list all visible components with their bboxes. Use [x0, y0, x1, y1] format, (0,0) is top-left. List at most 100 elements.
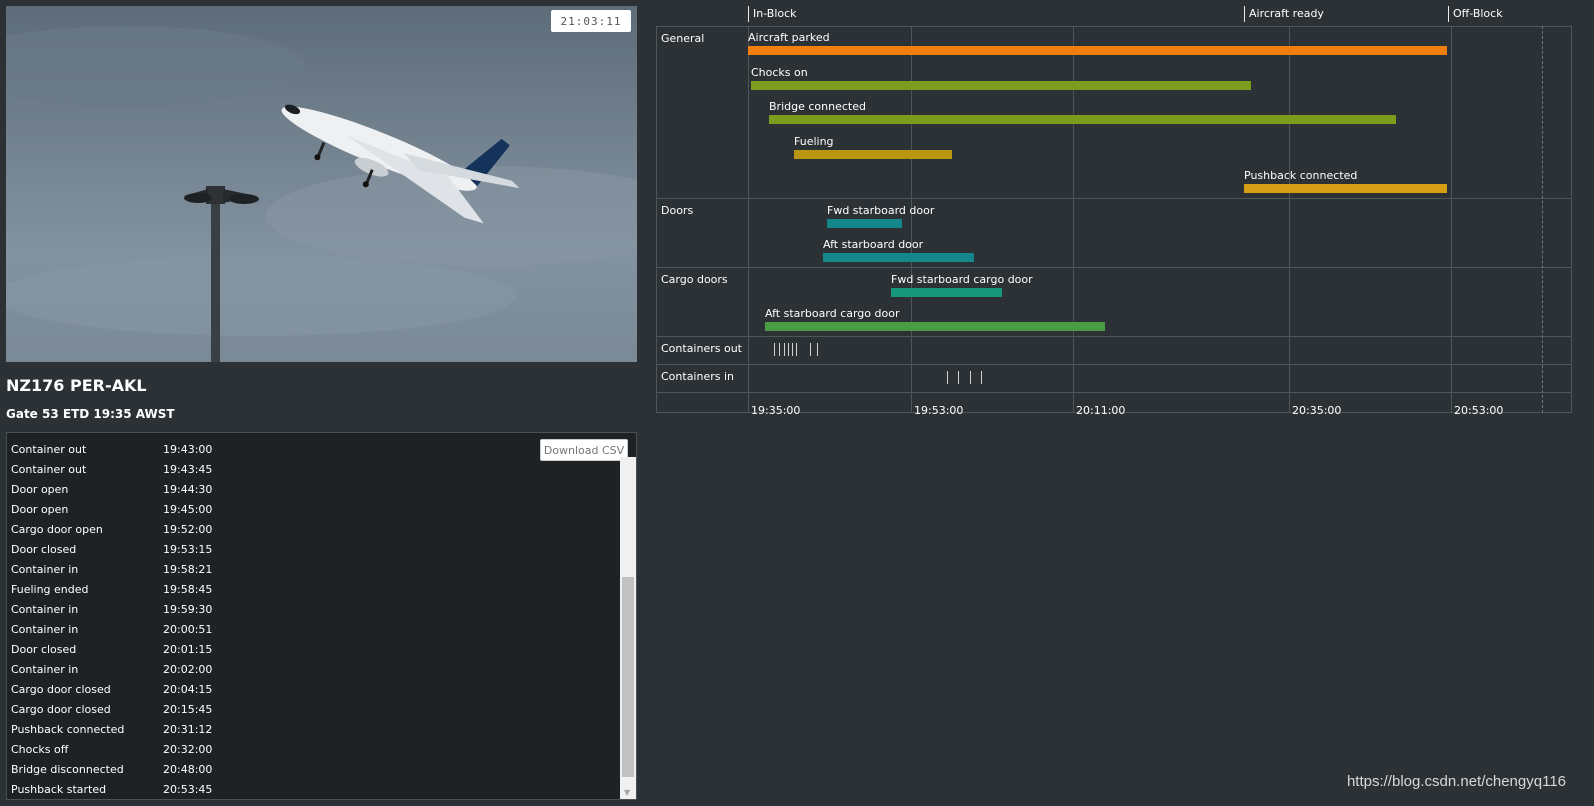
log-time: 19:45:00	[163, 502, 213, 516]
bar-label-aircraft-parked: Aircraft parked	[748, 31, 830, 44]
log-row: Fueling ended 19:58:45	[11, 579, 243, 599]
flight-subtitle: Gate 53 ETD 19:35 AWST	[6, 407, 175, 421]
container-out-tick	[792, 343, 793, 356]
log-row: Door open 19:45:00	[11, 499, 243, 519]
log-row: Cargo door closed 20:15:45	[11, 699, 243, 719]
bar-label-aft-starboard-door: Aft starboard door	[823, 238, 924, 251]
bar-aircraft-parked	[748, 46, 1447, 55]
log-time: 19:58:21	[163, 562, 213, 576]
watermark-url: https://blog.csdn.net/chengyq116	[1346, 773, 1566, 790]
container-in-tick	[947, 371, 948, 384]
bar-label-aft-starboard-cargo-door: Aft starboard cargo door	[765, 307, 900, 320]
milestone-off-block: Off-Block	[1448, 6, 1503, 22]
log-row: Container in 19:58:21	[11, 559, 243, 579]
container-out-tick	[817, 343, 818, 356]
log-event: Cargo door closed	[11, 702, 111, 716]
log-event: Door open	[11, 502, 69, 516]
log-event: Container in	[11, 662, 79, 676]
log-row: Door open 19:44:30	[11, 479, 243, 499]
log-row: Pushback started 20:53:45	[11, 779, 243, 799]
category-doors: Doors	[661, 204, 694, 217]
container-out-tick	[784, 343, 785, 356]
bar-label-bridge-connected: Bridge connected	[769, 100, 866, 113]
log-row: Chocks off 20:32:00	[11, 739, 243, 759]
bar-aft-starboard-door	[823, 253, 974, 262]
bar-aft-starboard-cargo-door	[765, 322, 1105, 331]
log-time: 19:44:30	[163, 482, 213, 496]
bar-fwd-starboard-cargo-door	[891, 288, 1002, 297]
bar-label-fwd-starboard-door: Fwd starboard door	[827, 204, 935, 217]
log-event: Door open	[11, 482, 69, 496]
log-row: Container in 20:00:51	[11, 619, 243, 639]
container-in-tick	[958, 371, 959, 384]
log-row: Door closed 20:01:15	[11, 639, 243, 659]
container-out-tick	[788, 343, 789, 356]
video-timestamp: 21:03:11	[551, 10, 631, 32]
log-row: Cargo door closed 20:04:15	[11, 679, 243, 699]
milestone-aircraft-ready: Aircraft ready	[1244, 6, 1324, 22]
log-time: 20:15:45	[163, 702, 213, 716]
log-time: 19:59:30	[163, 602, 213, 616]
log-scroll-thumb[interactable]	[622, 577, 634, 777]
event-log[interactable]: Container out 19:43:00 Container out 19:43:…	[6, 432, 637, 800]
milestone-in-block: In-Block	[748, 6, 797, 22]
log-event: Pushback started	[11, 782, 107, 796]
download-csv-button[interactable]: Download CSV	[540, 439, 628, 461]
log-scrollbar[interactable]: ▼	[620, 457, 636, 799]
container-out-tick	[796, 343, 797, 356]
log-event: Container in	[11, 622, 79, 636]
container-out-tick	[774, 343, 775, 356]
axis-tick-label: 19:35:00	[751, 404, 801, 417]
container-in-tick	[981, 371, 982, 384]
container-out-tick	[810, 343, 811, 356]
axis-tick-label: 20:53:00	[1454, 404, 1504, 417]
log-time: 20:00:51	[163, 622, 213, 636]
log-event: Bridge disconnected	[11, 762, 124, 776]
log-time: 20:01:15	[163, 642, 213, 656]
log-event: Chocks off	[11, 742, 69, 756]
category-general: General	[661, 32, 705, 45]
video-feed: 21:03:11	[6, 6, 637, 362]
bar-label-chocks-on: Chocks on	[751, 66, 808, 79]
log-row: Container out 19:43:45	[11, 459, 243, 479]
log-time: 20:48:00	[163, 762, 213, 776]
event-log-list: Container out 19:43:00 Container out 19:43:…	[11, 439, 243, 799]
category-containers-in: Containers in	[661, 370, 735, 383]
log-event: Container in	[11, 562, 79, 576]
log-time: 19:52:00	[163, 522, 213, 536]
axis-tick-label: 20:11:00	[1076, 404, 1126, 417]
log-event: Door closed	[11, 642, 77, 656]
log-event: Container in	[11, 602, 79, 616]
bar-fwd-starboard-door	[827, 219, 902, 228]
log-time: 19:43:00	[163, 442, 213, 456]
scroll-down-arrow-icon[interactable]: ▼	[624, 788, 630, 797]
log-time: 19:58:45	[163, 582, 213, 596]
container-out-tick	[779, 343, 780, 356]
log-time: 20:02:00	[163, 662, 213, 676]
bar-label-pushback-connected: Pushback connected	[1244, 169, 1358, 182]
log-time: 20:31:12	[163, 722, 213, 736]
log-time: 20:04:15	[163, 682, 213, 696]
log-event: Door closed	[11, 542, 77, 556]
log-row: Pushback connected 20:31:12	[11, 719, 243, 739]
bar-label-fwd-starboard-cargo-door: Fwd starboard cargo door	[891, 273, 1033, 286]
log-event: Container out	[11, 442, 87, 456]
log-time: 19:43:45	[163, 462, 213, 476]
log-event: Container out	[11, 462, 87, 476]
bar-pushback-connected	[1244, 184, 1447, 193]
bar-bridge-connected	[769, 115, 1396, 124]
log-row: Container in 20:02:00	[11, 659, 243, 679]
log-time: 20:53:45	[163, 782, 213, 796]
log-row: Cargo door open 19:52:00	[11, 519, 243, 539]
bar-label-fueling: Fueling	[794, 135, 834, 148]
log-row: Door closed 19:53:15	[11, 539, 243, 559]
category-containers-out: Containers out	[661, 342, 742, 355]
log-event: Pushback connected	[11, 722, 125, 736]
bar-fueling	[794, 150, 952, 159]
log-row: Bridge disconnected 20:48:00	[11, 759, 243, 779]
log-time: 20:32:00	[163, 742, 213, 756]
log-event: Cargo door open	[11, 522, 103, 536]
axis-tick-label: 19:53:00	[914, 404, 964, 417]
category-cargo-doors: Cargo doors	[661, 273, 728, 286]
bar-chocks-on	[751, 81, 1251, 90]
